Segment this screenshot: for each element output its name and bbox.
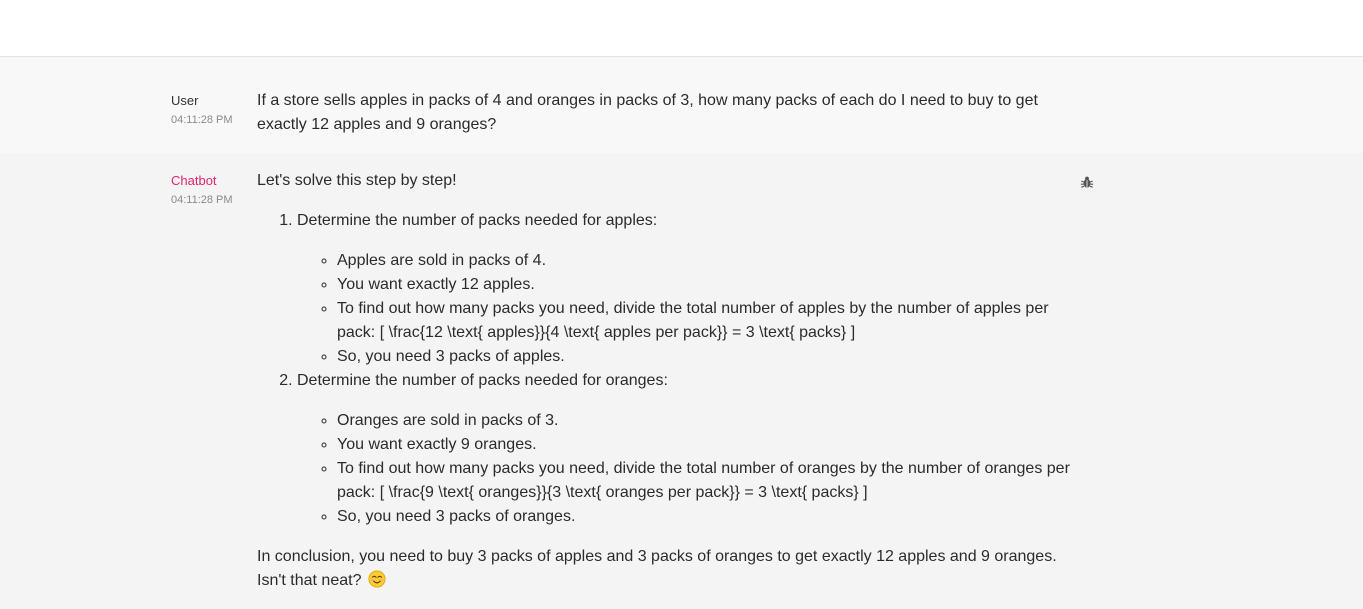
step-item: Determine the number of packs needed for… bbox=[297, 369, 1087, 529]
message-timestamp: 04:11:28 PM bbox=[171, 114, 233, 126]
step-heading: Determine the number of packs needed for… bbox=[297, 212, 658, 229]
bullet-item: You want exactly 9 oranges. bbox=[337, 433, 1087, 457]
message-meta: Chatbot 04:11:28 PM bbox=[171, 173, 251, 207]
bot-message: Chatbot 04:11:28 PM Let's solve this ste… bbox=[0, 153, 1363, 609]
bullet-list: Apples are sold in packs of 4. You want … bbox=[297, 249, 1087, 369]
bullet-item: Oranges are sold in packs of 3. bbox=[337, 409, 1087, 433]
user-message: User 04:11:28 PM If a store sells apples… bbox=[0, 57, 1363, 153]
steps-list: Determine the number of packs needed for… bbox=[257, 209, 1087, 529]
message-author: User bbox=[171, 93, 199, 108]
message-content: Let's solve this step by step! Determine… bbox=[257, 169, 1087, 593]
bullet-item: To find out how many packs you need, div… bbox=[337, 297, 1087, 345]
step-item: Determine the number of packs needed for… bbox=[297, 209, 1087, 369]
bullet-list: Oranges are sold in packs of 3. You want… bbox=[297, 409, 1087, 529]
message-timestamp: 04:11:28 PM bbox=[171, 194, 233, 206]
smiling-face-emoji-icon bbox=[368, 570, 386, 588]
message-author: Chatbot bbox=[171, 173, 217, 188]
message-text: If a store sells apples in packs of 4 an… bbox=[257, 92, 1038, 133]
message-content: If a store sells apples in packs of 4 an… bbox=[257, 89, 1087, 137]
message-conclusion: In conclusion, you need to buy 3 packs o… bbox=[257, 545, 1087, 593]
message-intro: Let's solve this step by step! bbox=[257, 172, 457, 189]
bug-icon[interactable] bbox=[1080, 175, 1094, 189]
bullet-item: Apples are sold in packs of 4. bbox=[337, 249, 1087, 273]
bullet-item: You want exactly 12 apples. bbox=[337, 273, 1087, 297]
message-meta: User 04:11:28 PM bbox=[171, 93, 251, 127]
bullet-item: To find out how many packs you need, div… bbox=[337, 457, 1087, 505]
bullet-item: So, you need 3 packs of apples. bbox=[337, 345, 1087, 369]
step-heading: Determine the number of packs needed for… bbox=[297, 372, 668, 389]
top-bar bbox=[0, 0, 1363, 57]
bullet-item: So, you need 3 packs of oranges. bbox=[337, 505, 1087, 529]
